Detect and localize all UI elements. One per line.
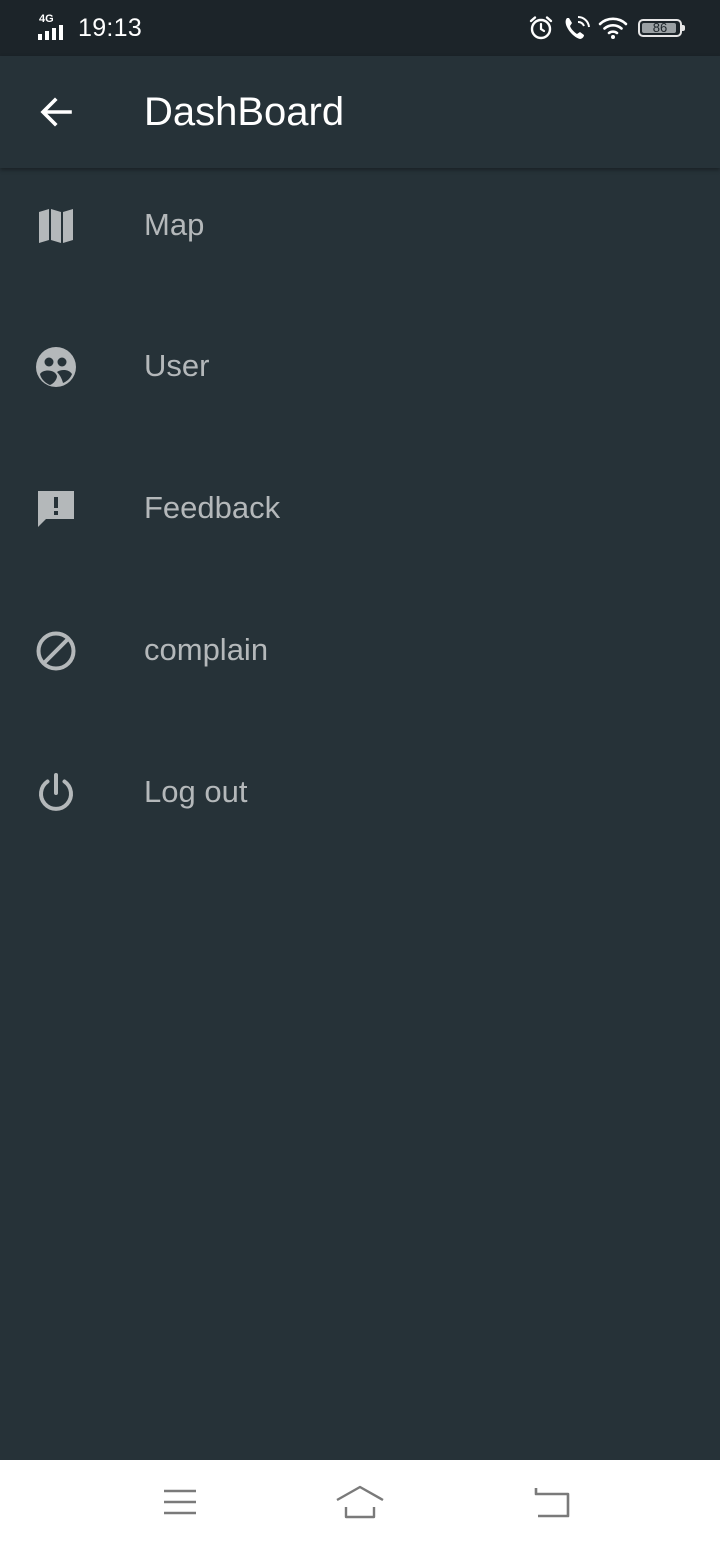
map-icon xyxy=(34,204,78,248)
alarm-icon xyxy=(528,15,554,41)
feedback-icon xyxy=(34,487,78,531)
wifi-calling-icon xyxy=(562,15,590,41)
menu-item-logout[interactable]: Log out xyxy=(0,708,720,850)
menu-item-feedback[interactable]: Feedback xyxy=(0,424,720,566)
menu-item-label: Log out xyxy=(144,774,248,809)
wifi-icon xyxy=(598,16,628,40)
page-title: DashBoard xyxy=(144,90,345,134)
menu-item-label: Feedback xyxy=(144,490,281,525)
network-type: 4G xyxy=(39,13,54,25)
battery-icon: 86 xyxy=(638,19,685,37)
power-icon xyxy=(34,771,78,815)
menu-item-complain[interactable]: complain xyxy=(0,566,720,708)
block-icon xyxy=(34,629,78,673)
app-bar: DashBoard xyxy=(0,56,720,168)
menu-item-label: complain xyxy=(144,632,269,667)
screen: 4G 19:13 86 DashBoard Map User Feedback … xyxy=(0,0,720,1544)
user-group-icon xyxy=(34,345,78,389)
home-icon xyxy=(336,1485,384,1519)
arrow-back-icon xyxy=(40,97,72,127)
dashboard-menu: Map User Feedback complain Log out xyxy=(0,168,720,850)
nav-menu-button[interactable] xyxy=(155,1478,205,1526)
signal-icon: 4G xyxy=(38,13,72,43)
status-bar: 4G 19:13 86 xyxy=(0,0,720,56)
system-nav-bar xyxy=(0,1460,720,1544)
status-right: 86 xyxy=(520,12,685,44)
status-time: 19:13 xyxy=(78,14,143,42)
battery-level: 86 xyxy=(652,20,668,35)
menu-item-map[interactable]: Map xyxy=(0,168,720,282)
nav-home-button[interactable] xyxy=(335,1478,385,1526)
menu-item-label: User xyxy=(144,348,210,383)
menu-item-label: Map xyxy=(144,207,205,242)
back-icon xyxy=(534,1488,570,1518)
menu-icon xyxy=(164,1489,196,1515)
back-button[interactable] xyxy=(22,78,90,146)
menu-item-user[interactable]: User xyxy=(0,282,720,424)
nav-back-button[interactable] xyxy=(525,1478,575,1526)
status-left: 4G 19:13 xyxy=(38,12,142,44)
